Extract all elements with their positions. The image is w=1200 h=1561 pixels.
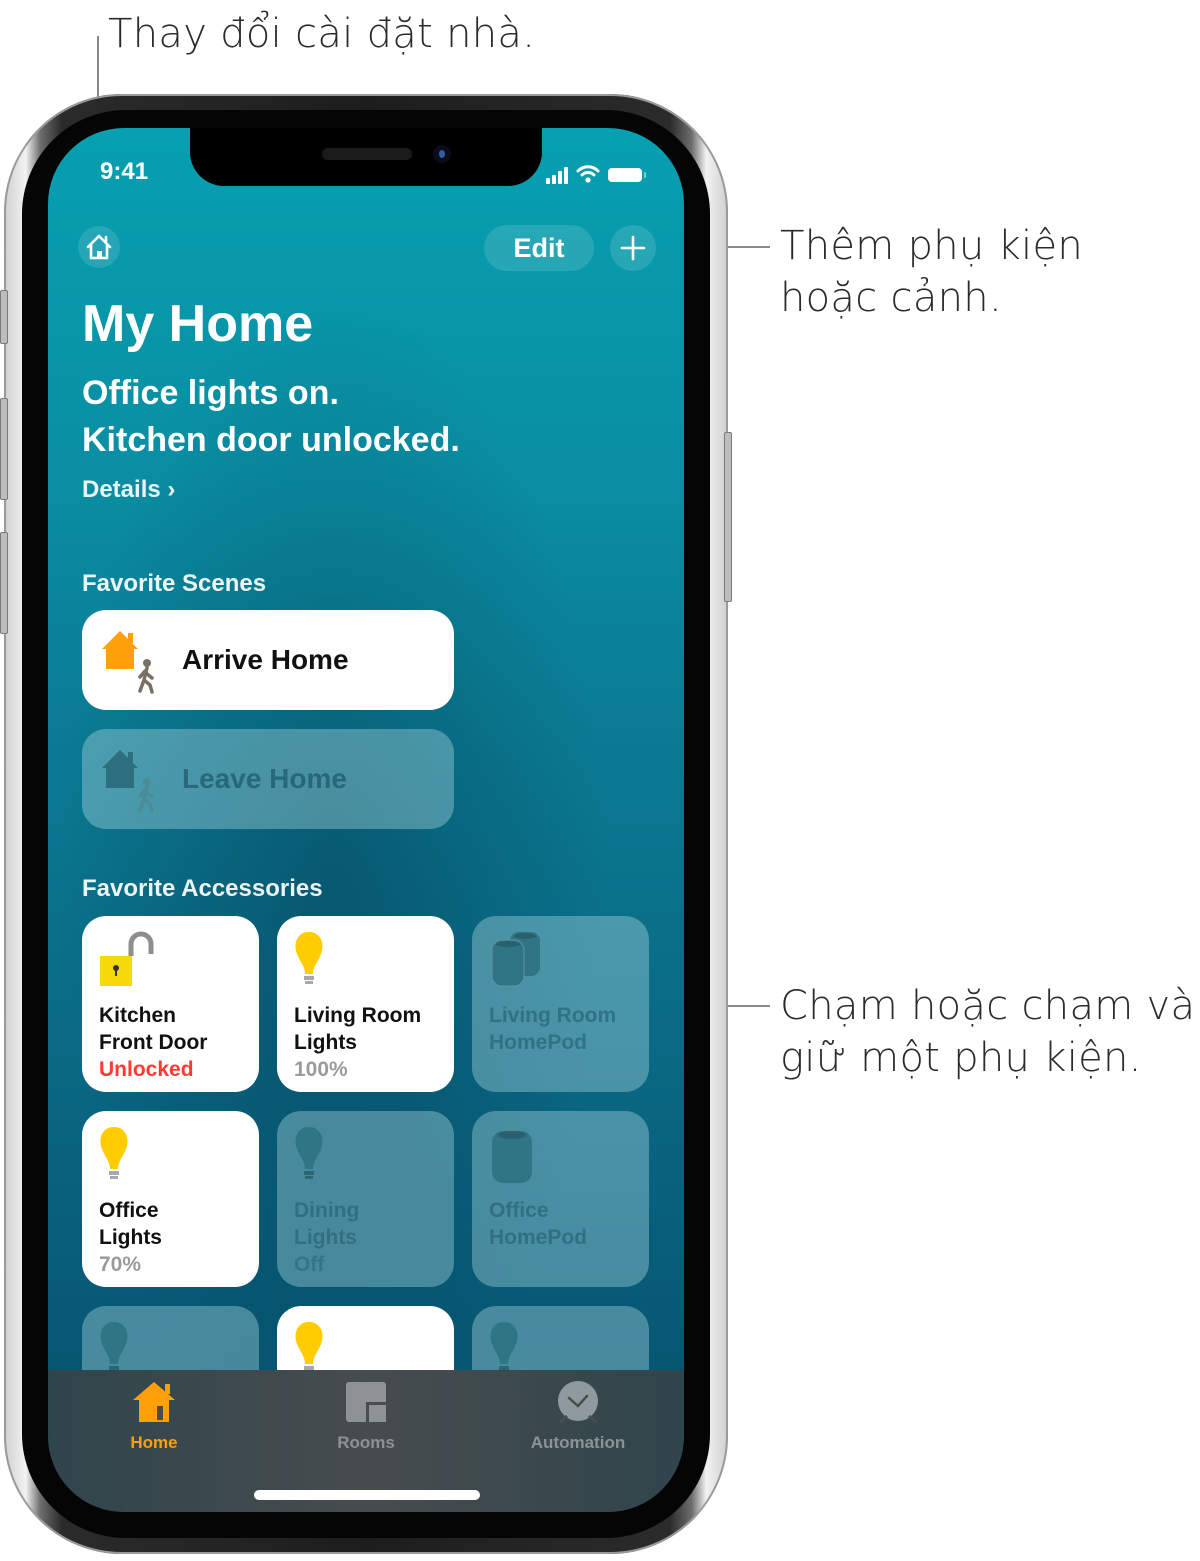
details-link[interactable]: Details › (82, 476, 175, 504)
house-icon (86, 234, 112, 260)
status-time: 9:41 (100, 158, 149, 185)
home-status-summary: Office lights on. Kitchen door unlocked. (82, 370, 460, 464)
accessory-living-room-homepod[interactable]: Living Room HomePod (472, 916, 649, 1092)
accessory-name: Living Room Lights 100% (294, 1004, 422, 1081)
accessory-status: Off (294, 1253, 325, 1276)
earpiece-speaker (322, 148, 412, 160)
accessory-dining-lights[interactable]: Dining Lights Off (277, 1111, 454, 1287)
automation-tab-icon (558, 1381, 598, 1424)
accessory-callout: Chạm hoặc chạm và giữ một phụ kiện. (780, 980, 1195, 1084)
home-settings-callout: Thay đổi cài đặt nhà. (108, 11, 536, 57)
accessory-callout-line-1: Chạm hoặc chạm và (780, 983, 1196, 1029)
status-line: Office lights on. (82, 374, 339, 412)
accessory-callout-line-2: giữ một phụ kiện. (780, 1035, 1142, 1081)
tab-label: Rooms (337, 1433, 395, 1452)
volume-up-button (0, 398, 8, 500)
add-callout: Thêm phụ kiện hoặc cảnh. (780, 220, 1083, 324)
tab-automation[interactable]: Automation (508, 1380, 648, 1453)
accessory-name: Office HomePod (489, 1199, 588, 1249)
tab-label: Home (130, 1433, 178, 1452)
add-callout-line-1: Thêm phụ kiện (780, 223, 1084, 269)
silent-switch (0, 290, 8, 344)
volume-down-button (0, 532, 8, 634)
edit-button[interactable]: Edit (484, 225, 594, 271)
cellular-signal-icon (546, 166, 568, 184)
tab-rooms[interactable]: Rooms (296, 1380, 436, 1453)
scene-leave-home[interactable]: Leave Home (82, 729, 454, 829)
home-settings-button[interactable] (78, 226, 120, 268)
homepod-icon (492, 1131, 532, 1183)
front-camera (433, 145, 451, 163)
rooms-tab-icon (346, 1382, 386, 1422)
tab-home[interactable]: Home (84, 1380, 224, 1453)
battery-icon (608, 168, 646, 182)
status-icons (546, 162, 646, 184)
accessory-status: 70% (99, 1253, 142, 1276)
accessory-living-room-lights[interactable]: Living Room Lights 100% (277, 916, 454, 1092)
accessory-kitchen-front-door[interactable]: Kitchen Front Door Unlocked (82, 916, 259, 1092)
add-button[interactable] (610, 225, 656, 271)
status-line: Kitchen door unlocked. (82, 421, 460, 459)
plus-icon (620, 235, 646, 261)
scene-name: Leave Home (182, 763, 347, 794)
accessory-name: Living Room HomePod (489, 1004, 617, 1054)
side-button (724, 432, 732, 602)
home-tab-icon (133, 1382, 175, 1422)
wifi-icon (576, 165, 600, 183)
add-callout-line-2: hoặc cảnh. (780, 275, 1002, 321)
accessory-name: Office Lights 70% (99, 1199, 162, 1276)
homepod-pair-icon (491, 932, 540, 987)
accessory-name: Kitchen Front Door Unlocked (99, 1004, 208, 1081)
home-title: My Home (82, 295, 314, 353)
unlocked-padlock-icon (100, 931, 154, 986)
scene-name: Arrive Home (182, 644, 349, 675)
leave-home-icon (100, 744, 180, 814)
accessory-office-lights[interactable]: Office Lights 70% (82, 1111, 259, 1287)
accessory-status: Unlocked (99, 1058, 194, 1081)
accessory-office-homepod[interactable]: Office HomePod (472, 1111, 649, 1287)
arrive-home-icon (100, 625, 180, 695)
home-indicator[interactable] (254, 1490, 480, 1500)
lightbulb-icon (295, 932, 323, 984)
scene-arrive-home[interactable]: Arrive Home (82, 610, 454, 710)
accessory-name: Dining Lights Off (294, 1199, 360, 1276)
favorite-scenes-label: Favorite Scenes (82, 570, 267, 597)
lightbulb-icon (100, 1127, 128, 1179)
lightbulb-icon (295, 1127, 323, 1179)
accessory-status: 100% (294, 1058, 348, 1081)
tab-label: Automation (530, 1433, 626, 1452)
favorite-accessories-label: Favorite Accessories (82, 875, 323, 902)
